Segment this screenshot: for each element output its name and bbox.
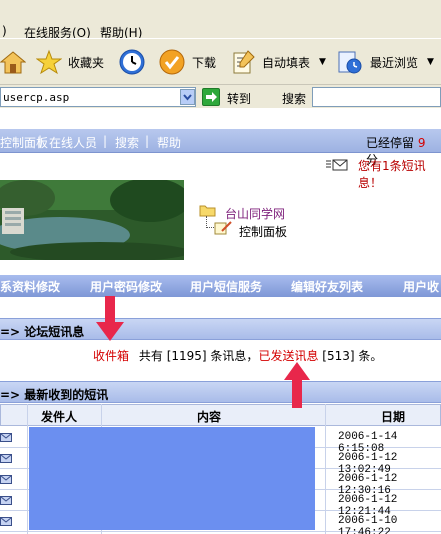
section-title: => 最新收到的短讯	[0, 388, 109, 402]
recent-label: 最近浏览	[370, 55, 419, 70]
address-dropdown-icon[interactable]	[180, 89, 195, 105]
recent-dropdown-icon[interactable]: ▼	[427, 57, 434, 67]
column-header-sender: 发件人	[41, 410, 78, 424]
func-sms-service[interactable]: 用户短信服务	[190, 278, 262, 295]
section-latest-messages: => 最新收到的短讯	[0, 381, 441, 403]
autofill-dropdown-icon[interactable]: ▼	[319, 57, 326, 67]
nav-online-users[interactable]: 在线人员	[49, 134, 97, 151]
redacted-content-block	[29, 427, 315, 530]
nav-search[interactable]: 搜索	[115, 134, 139, 151]
func-password-edit[interactable]: 用户密码修改	[90, 278, 162, 295]
envelope-icon	[0, 433, 12, 442]
banner-photo	[0, 180, 184, 260]
table-header: 发件人 内容 日期	[0, 404, 441, 426]
download-label: 下载	[192, 55, 217, 70]
browser-toolbar: 收藏夹 下载 自动填表 ▼ 最近浏览 ▼	[0, 38, 441, 84]
go-button[interactable]: 转到	[227, 90, 251, 107]
envelope-icon	[0, 475, 12, 484]
inbox-count: [1195]	[166, 349, 207, 363]
folder-icon	[199, 205, 216, 217]
user-function-bar: 联系资料修改 用户密码修改 用户短信服务 编辑好友列表 用户收	[0, 275, 441, 297]
envelope-icon	[0, 454, 12, 463]
tree-child-label: 控制面板	[239, 225, 288, 239]
message-date: 2006-1-10 17:46:22	[338, 515, 398, 534]
column-header-content: 内容	[197, 410, 222, 424]
favorites-label: 收藏夹	[68, 55, 105, 70]
func-friend-list[interactable]: 编辑好友列表	[291, 278, 363, 295]
address-bar: usercp.asp 转到 搜索	[0, 84, 441, 108]
inbox-link[interactable]: 收件箱	[93, 349, 129, 363]
nav-separator: |	[103, 134, 108, 148]
sent-link[interactable]: 已发送讯息	[258, 349, 318, 363]
recent-button[interactable]: 最近浏览 ▼	[336, 49, 434, 75]
annotation-arrow-up	[284, 362, 310, 408]
section-title: => 论坛短讯息	[0, 325, 85, 339]
new-message-icon	[326, 159, 348, 171]
favorites-button[interactable]: 收藏夹	[36, 49, 104, 75]
forum-nav-bar: 控制面板 | 在线人员 | 搜索 | 帮助 已经停留 9 分	[0, 129, 441, 167]
nav-separator: |	[38, 134, 43, 148]
annotation-arrow-down	[96, 296, 124, 341]
summary-mid: 条讯息，	[210, 349, 259, 363]
new-message-notice[interactable]: 您有1条短讯息！	[358, 157, 441, 191]
column-header-date: 日期	[381, 410, 406, 424]
envelope-icon	[0, 496, 12, 505]
summary-suffix: 条。	[358, 349, 383, 363]
menu-item-partial[interactable]: )	[2, 24, 7, 38]
form-icon	[233, 50, 255, 74]
stay-text: 已经停留	[366, 136, 415, 150]
stay-minutes: 9	[417, 136, 426, 150]
download-button[interactable]: 下载	[158, 49, 216, 75]
autofill-button[interactable]: 自动填表 ▼	[230, 49, 326, 75]
message-summary: 收件箱 共有 [1195] 条讯息，已发送讯息 [513] 条。	[93, 347, 382, 364]
clock-icon	[119, 49, 145, 75]
func-contact-edit[interactable]: 联系资料修改	[0, 278, 60, 295]
history-button[interactable]	[118, 49, 152, 75]
summary-prefix: 共有	[138, 349, 163, 363]
sent-count: [513]	[322, 349, 355, 363]
home-icon	[0, 51, 26, 74]
tree-root-link[interactable]: 台山同学网	[225, 205, 285, 222]
star-icon	[36, 49, 62, 75]
home-button[interactable]	[0, 49, 32, 75]
address-input[interactable]: usercp.asp	[0, 87, 196, 107]
go-arrow-icon[interactable]	[202, 88, 220, 106]
search-label: 搜索	[282, 92, 307, 106]
recent-pages-icon	[338, 51, 362, 74]
menu-bar: ) 在线服务(O) 帮助(H)	[0, 0, 441, 40]
download-icon	[159, 49, 185, 75]
nav-help[interactable]: 帮助	[157, 134, 181, 151]
document-pencil-icon	[214, 221, 232, 235]
func-user-inbox[interactable]: 用户收	[403, 278, 439, 295]
search-input[interactable]	[312, 87, 441, 107]
envelope-icon	[0, 517, 12, 526]
nav-separator: |	[145, 134, 150, 148]
section-forum-messages: => 论坛短讯息	[0, 318, 441, 340]
autofill-label: 自动填表	[262, 55, 311, 70]
